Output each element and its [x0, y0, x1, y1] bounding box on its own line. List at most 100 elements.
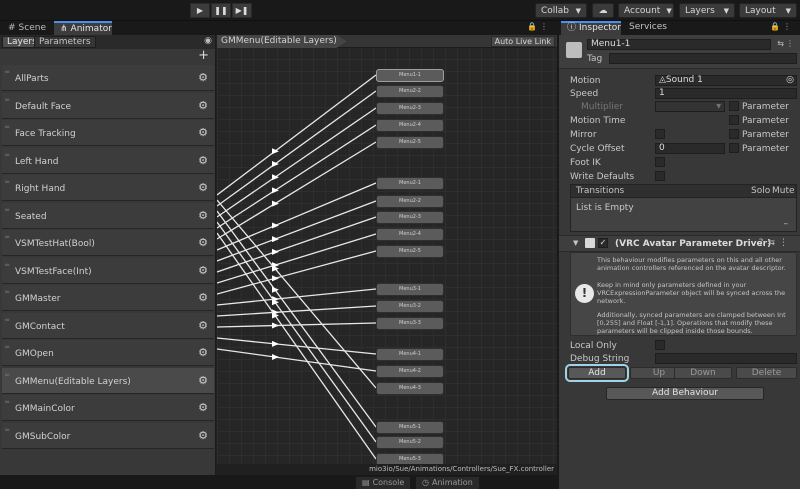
drag-handle-icon[interactable]: ═ — [5, 69, 9, 76]
inspector-menu-icons[interactable]: 🔒⋮ — [770, 22, 794, 31]
account-dropdown[interactable]: Account ▼ — [618, 3, 674, 18]
layer-row[interactable]: ═ Right Hand ⚙ — [2, 175, 214, 201]
add-button[interactable]: Add — [565, 364, 629, 382]
write-defaults-checkbox[interactable] — [655, 171, 665, 181]
gear-icon[interactable]: ⚙ — [198, 209, 208, 222]
state-node[interactable]: Menu3-2 — [376, 300, 444, 313]
drag-handle-icon[interactable]: ═ — [5, 316, 9, 323]
kebab-menu-icon[interactable]: ⋮ — [779, 238, 792, 248]
drag-handle-icon[interactable]: ═ — [5, 96, 9, 103]
layer-row[interactable]: ═ AllParts ⚙ — [2, 65, 214, 91]
state-node[interactable]: Menu2-2 — [376, 85, 444, 98]
transition-line[interactable] — [217, 182, 377, 251]
transition-line[interactable] — [217, 141, 377, 240]
drag-handle-icon[interactable]: ═ — [5, 371, 9, 378]
layer-row[interactable]: ═ GMMaster ⚙ — [2, 285, 214, 311]
cloud-button[interactable]: ☁ — [592, 3, 614, 18]
add-layer-button[interactable]: + — [198, 49, 209, 62]
mirror-checkbox[interactable] — [655, 129, 665, 139]
tab-animation[interactable]: ◷ Animation — [416, 477, 479, 489]
state-node[interactable]: Menu4-3 — [376, 382, 444, 395]
add-behaviour-button[interactable]: Add Behaviour — [606, 387, 764, 400]
transition-line[interactable] — [217, 210, 377, 428]
layer-row[interactable]: ═ GMSubColor ⚙ — [2, 422, 214, 449]
gear-icon[interactable]: ⚙ — [198, 401, 208, 414]
layer-row[interactable]: ═ GMContact ⚙ — [2, 312, 214, 339]
motion-field[interactable]: ◬Sound 1 ◎ — [655, 75, 797, 86]
tab-inspector[interactable]: ⓘ Inspector — [561, 21, 621, 35]
cycle-offset-parameter-checkbox[interactable] — [729, 143, 739, 153]
gear-icon[interactable]: ⚙ — [198, 154, 208, 167]
header-icons[interactable]: ⇆⋮ — [777, 39, 796, 48]
transition-line[interactable] — [217, 90, 377, 207]
drag-handle-icon[interactable]: ═ — [5, 344, 9, 351]
kebab-menu-icon[interactable]: ⋮ — [540, 22, 551, 31]
gear-icon[interactable]: ⚙ — [198, 264, 208, 277]
lock-icon[interactable]: 🔒 — [770, 22, 783, 31]
foot-ik-checkbox[interactable] — [655, 157, 665, 167]
drag-handle-icon[interactable]: ═ — [5, 234, 9, 241]
drag-handle-icon[interactable]: ═ — [5, 179, 9, 186]
transition-line[interactable] — [217, 221, 377, 443]
tab-scene[interactable]: # Scene — [2, 21, 52, 35]
layer-row[interactable]: ═ Default Face ⚙ — [2, 92, 214, 119]
layer-row[interactable]: ═ GMMainColor ⚙ — [2, 395, 214, 421]
gear-icon[interactable]: ⚙ — [198, 71, 208, 84]
transition-line[interactable] — [217, 200, 377, 262]
state-node[interactable]: Menu4-1 — [376, 348, 444, 361]
pause-button[interactable]: ❚❚ — [211, 3, 231, 18]
layer-row[interactable]: ═ GMOpen ⚙ — [2, 340, 214, 366]
drag-handle-icon[interactable]: ═ — [5, 206, 9, 213]
multiplier-dropdown[interactable]: ▼ — [655, 101, 725, 112]
cycle-offset-field[interactable]: 0 — [655, 143, 725, 154]
transition-line[interactable] — [217, 216, 377, 273]
gear-icon[interactable]: ⚙ — [198, 429, 208, 442]
transition-line[interactable] — [217, 233, 377, 284]
multiplier-parameter-checkbox[interactable] — [729, 101, 739, 111]
delete-button[interactable]: Delete — [736, 367, 797, 379]
layer-row[interactable]: ═ Left Hand ⚙ — [2, 147, 214, 174]
drag-handle-icon[interactable]: ═ — [5, 151, 9, 158]
transition-line[interactable] — [217, 250, 377, 295]
state-node[interactable]: Menu3-1 — [376, 283, 444, 296]
state-node[interactable]: Menu2-4 — [376, 228, 444, 241]
transition-line[interactable] — [217, 322, 377, 328]
gear-icon[interactable]: ⚙ — [198, 291, 208, 304]
drag-handle-icon[interactable]: ═ — [5, 426, 9, 433]
gear-icon[interactable]: ⚙ — [198, 374, 208, 387]
state-node[interactable]: Menu5-1 — [376, 421, 444, 434]
speed-field[interactable]: 1 — [655, 88, 797, 99]
state-node[interactable]: Menu2-3 — [376, 102, 444, 115]
component-icons[interactable]: ?⇆⋮ — [759, 238, 792, 248]
layer-row[interactable]: ═ GMMenu(Editable Layers) ⚙ — [2, 367, 214, 394]
down-button[interactable]: Down — [674, 367, 732, 379]
state-node[interactable]: Menu2-2 — [376, 195, 444, 208]
gear-icon[interactable]: ⚙ — [198, 236, 208, 249]
gear-icon[interactable]: ⚙ — [198, 99, 208, 112]
preset-icon[interactable]: ⇆ — [767, 238, 779, 248]
kebab-menu-icon[interactable]: ⋮ — [783, 22, 794, 31]
motion-time-parameter-checkbox[interactable] — [729, 115, 739, 125]
gear-icon[interactable]: ⚙ — [198, 181, 208, 194]
state-machine-graph[interactable]: Menu1-1 Menu2-2 Menu2-3 Menu2-4 Menu2-5 Menu2… — [217, 35, 557, 475]
gear-icon[interactable]: ⚙ — [198, 346, 208, 359]
enabled-checkbox[interactable]: ✓ — [598, 238, 608, 248]
state-node[interactable]: Menu4-2 — [376, 365, 444, 378]
preset-icon[interactable]: ⇆ — [777, 39, 786, 48]
drag-handle-icon[interactable]: ═ — [5, 124, 9, 131]
mirror-parameter-checkbox[interactable] — [729, 129, 739, 139]
transition-line[interactable] — [217, 232, 377, 460]
state-node[interactable]: Menu2-5 — [376, 245, 444, 258]
local-only-checkbox[interactable] — [655, 340, 665, 350]
gear-icon[interactable]: ⚙ — [198, 319, 208, 332]
state-node[interactable]: Menu3-3 — [376, 317, 444, 330]
state-node[interactable]: Menu2-3 — [376, 211, 444, 224]
transition-line[interactable] — [217, 305, 377, 317]
state-node[interactable]: Menu2-4 — [376, 119, 444, 132]
breadcrumb-item[interactable]: GMMenu(Editable Layers) — [217, 35, 347, 48]
drag-handle-icon[interactable]: ═ — [5, 261, 9, 268]
drag-handle-icon[interactable]: ═ — [5, 289, 9, 296]
layer-row[interactable]: ═ Face Tracking ⚙ — [2, 120, 214, 146]
layer-row[interactable]: ═ Seated ⚙ — [2, 202, 214, 229]
lock-icon[interactable]: 🔒 — [527, 22, 540, 31]
